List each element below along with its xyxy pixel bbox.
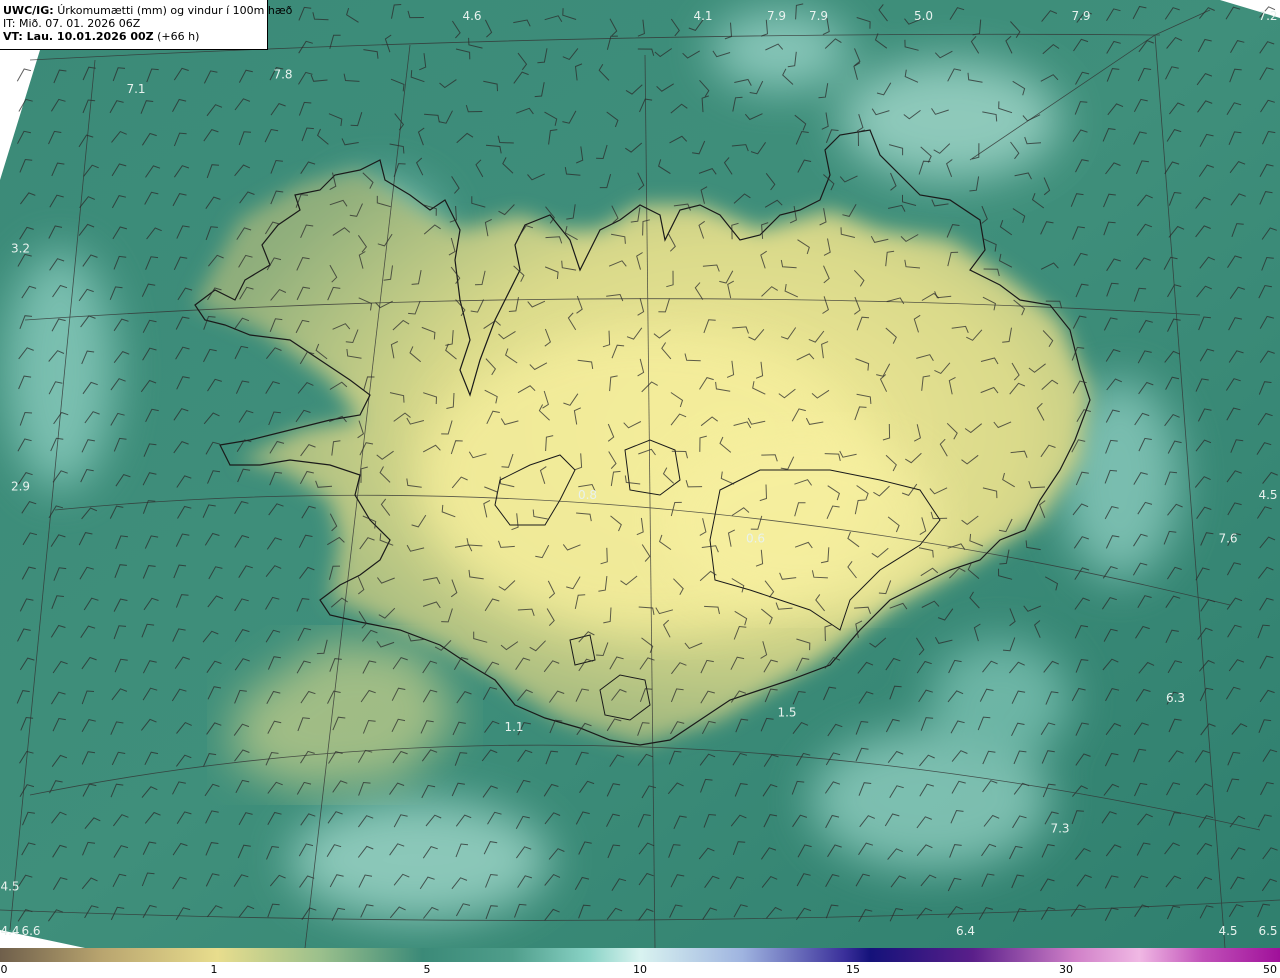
valid-time: VT: Lau. 10.01.2026 00Z [3, 30, 154, 43]
colorbar-tick-5: 5 [423, 963, 431, 976]
valid-offset: (+66 h) [157, 30, 200, 43]
map-value-label: 6.6 [21, 924, 40, 938]
colorbar-tick-15: 15 [846, 963, 860, 976]
map-value-label: 4.4 [0, 924, 19, 938]
map-value-label: 4.6 [462, 9, 481, 23]
colorbar-tick-30: 30 [1059, 963, 1073, 976]
map-value-label: 7.8 [273, 68, 292, 82]
field-title: Úrkomumætti (mm) og vindur í 100m hæð [57, 4, 293, 17]
map-value-label: 0.8 [578, 488, 597, 502]
map-value-label: 4.5 [1218, 924, 1237, 938]
map-value-label: 5.0 [914, 9, 933, 23]
map-value-label: 1.1 [504, 720, 523, 734]
map-value-label: 7.9 [1071, 9, 1090, 23]
map-value-label: 6.3 [1166, 691, 1185, 705]
map-value-label: 6.4 [956, 924, 975, 938]
map-value-label: 4.5 [0, 880, 19, 894]
map-value-label: 7.3 [1050, 822, 1069, 836]
info-panel: UWC/IG: Úrkomumætti (mm) og vindur í 100… [0, 0, 292, 50]
map-value-label: 7.9 [809, 9, 828, 23]
map-value-label: 6.5 [1258, 924, 1277, 938]
colorbar-tick-10: 10 [633, 963, 647, 976]
map-value-label: 7.1 [126, 82, 145, 96]
map-value-label: 2.9 [11, 479, 30, 493]
map-value-label: 7.6 [1218, 532, 1237, 546]
colorbar [0, 948, 1280, 962]
map-value-label: 7.9 [767, 9, 786, 23]
map-value-label: 4.5 [1258, 488, 1277, 502]
colorbar-tick-50: 50 [1263, 963, 1277, 976]
colorbar-tick-0: 0 [0, 963, 8, 976]
map-value-label: 3.2 [11, 242, 30, 256]
map-value-label: 1.5 [777, 706, 796, 720]
map-value-label: 0.6 [746, 532, 765, 546]
forecast-map: 4.14.67.95.07.24.57.97.94.13.77.17.83.22… [0, 0, 1280, 948]
init-time: IT: Mið. 07. 01. 2026 06Z [3, 17, 141, 30]
colorbar-tick-1: 1 [210, 963, 218, 976]
map-value-label: 7.2 [1258, 9, 1277, 23]
model-label: UWC/IG: [3, 4, 54, 17]
map-value-label: 4.1 [693, 9, 712, 23]
